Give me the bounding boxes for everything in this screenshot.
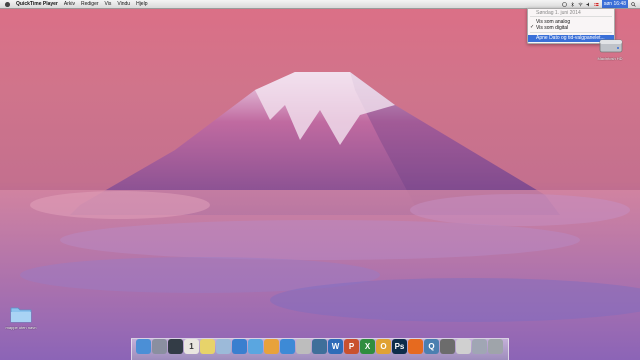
apple-icon[interactable] [5,1,10,7]
spotlight-icon[interactable] [631,1,636,7]
volume-icon[interactable] [586,2,591,7]
excel-icon[interactable]: X [360,339,375,354]
dock-items: 1 W P X O Ps Q [136,339,503,357]
chess-icon[interactable] [296,339,311,354]
menu-arkiv[interactable]: Arkiv [64,0,75,8]
status-area: søn 16:48 [561,0,636,8]
finder-icon[interactable] [136,339,151,354]
tools-icon[interactable] [312,339,327,354]
mount-fuji-wallpaper [0,72,640,360]
word-icon[interactable]: W [328,339,343,354]
rocket-icon[interactable] [152,339,167,354]
itunes-icon[interactable] [248,339,263,354]
folder-icon[interactable] [264,339,279,354]
menu-separator [530,32,612,33]
folder-icon[interactable] [10,305,32,323]
appstore-icon[interactable] [280,339,295,354]
menu-vis[interactable]: Vis [105,0,112,8]
time-machine-icon[interactable] [561,1,567,7]
preview-icon[interactable] [216,339,231,354]
menu-vindu[interactable]: Vindu [117,0,130,8]
mission-control-icon[interactable] [168,339,183,354]
outlook-icon[interactable]: O [376,339,391,354]
calendar-icon[interactable]: 1 [184,339,199,354]
photoshop-icon[interactable]: Ps [392,339,407,354]
hard-drive-icon[interactable] [598,34,624,56]
firefox-icon[interactable] [408,339,423,354]
clock-menu-extra[interactable]: søn 16:48 [601,0,628,8]
desktop: QuickTime Player Arkiv Rediger Vis Vindu… [0,0,640,360]
checkmark-icon: ✓ [530,24,535,30]
trash-icon[interactable] [488,339,503,354]
folder-label: mappe uten navn [5,325,37,330]
bluetooth-icon[interactable] [570,1,575,7]
downloads-icon[interactable] [472,339,487,354]
wifi-icon[interactable] [578,2,583,7]
menu-rediger[interactable]: Rediger [81,0,99,8]
menu-app-name[interactable]: QuickTime Player [16,0,58,8]
flag-icon[interactable] [594,2,599,7]
display-icon[interactable] [440,339,455,354]
powerpoint-icon[interactable]: P [344,339,359,354]
hard-drive-label: Macintosh HD [597,56,623,61]
menu-separator [530,16,612,17]
menu-hjelp[interactable]: Hjelp [136,0,147,8]
notes-icon[interactable] [200,339,215,354]
quicktime-icon[interactable]: Q [424,339,439,354]
keyboard-icon[interactable] [456,339,471,354]
menu-item-digital[interactable]: Vis som digital [536,25,568,31]
safari-icon[interactable] [232,339,247,354]
